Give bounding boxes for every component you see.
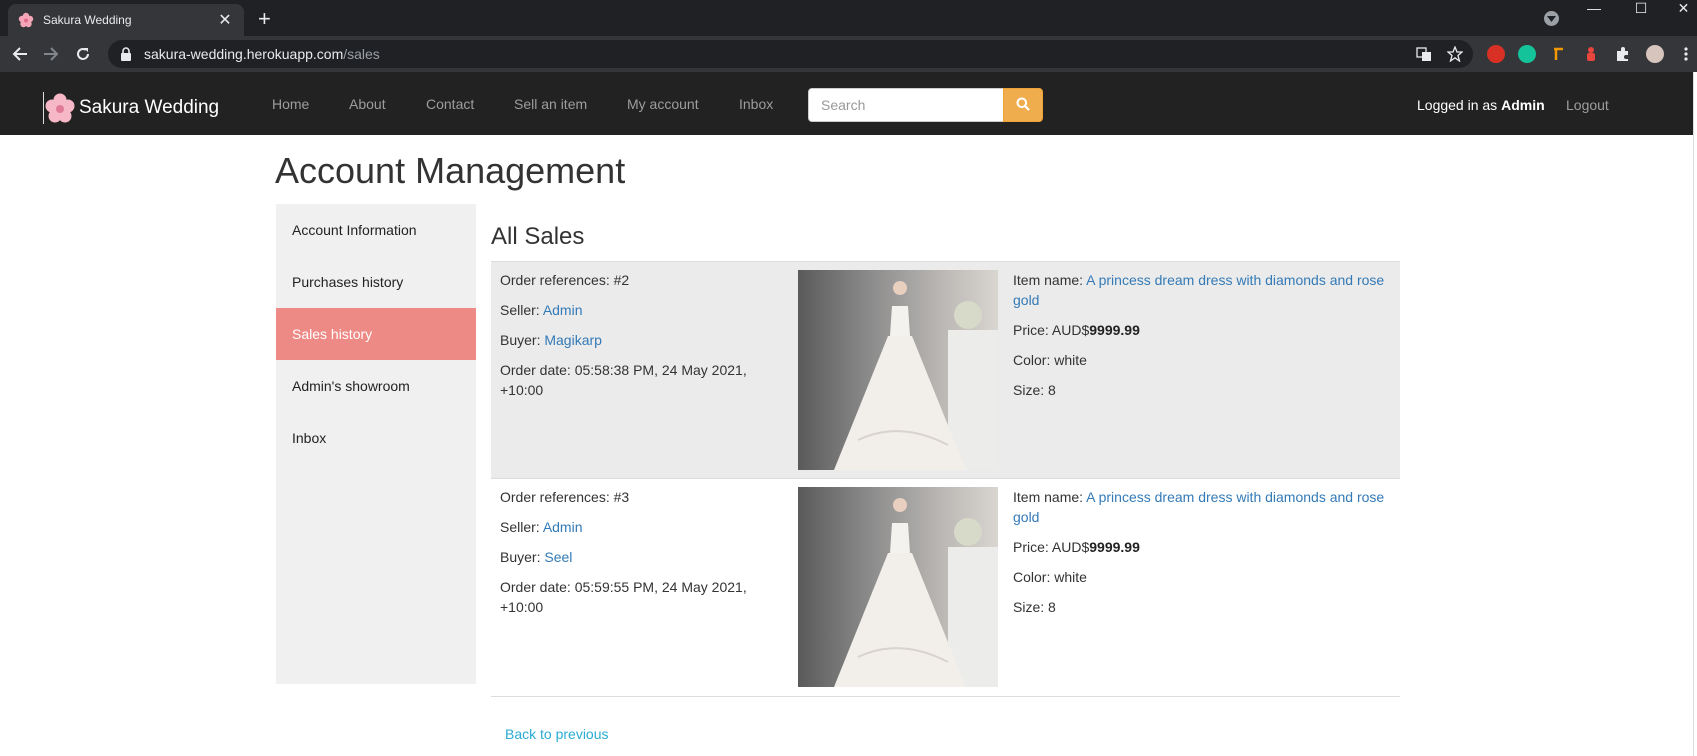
currency: AUD$ — [1051, 539, 1090, 555]
logged-in-prefix: Logged in as — [1417, 97, 1502, 113]
tab-title: Sakura Wedding — [43, 13, 132, 27]
url-field[interactable]: sakura-wedding.herokuapp.com/sales — [108, 40, 1473, 68]
buyer-link[interactable]: Seel — [544, 549, 572, 565]
url-path: /sales — [343, 46, 380, 62]
brand-name: Sakura Wedding — [79, 97, 220, 118]
page-scrollbar[interactable] — [1693, 72, 1697, 756]
close-window-button[interactable]: ✕ — [1670, 0, 1697, 18]
buyer-link[interactable]: Magikarp — [544, 332, 602, 348]
logged-in-status: Logged in as Admin — [1417, 97, 1545, 113]
extension-bracket-icon[interactable] — [1550, 45, 1568, 63]
item-name-label: Item name: — [1013, 489, 1087, 505]
section-title: All Sales — [491, 223, 585, 250]
sidebar-item-sales-history[interactable]: Sales history — [276, 308, 476, 360]
order-date-label: Order date: — [500, 579, 575, 595]
dress-image[interactable] — [798, 270, 998, 470]
lock-icon — [120, 47, 134, 61]
color-value: white — [1054, 569, 1087, 585]
extensions-puzzle-icon[interactable] — [1614, 45, 1632, 63]
grammarly-icon[interactable] — [1518, 45, 1536, 63]
item-details: Item name: A princess dream dress with d… — [1013, 270, 1393, 410]
nav-contact[interactable]: Contact — [426, 96, 474, 112]
sakura-logo-icon — [43, 92, 75, 124]
size-value: 8 — [1048, 599, 1056, 615]
browser-tab-strip: Sakura Wedding ✕ + — ☐ ✕ — [0, 0, 1697, 36]
bookmark-star-icon[interactable] — [1446, 45, 1464, 63]
order-row: Order references: #2 Seller: Admin Buyer… — [491, 261, 1400, 479]
price-label: Price: — [1013, 539, 1052, 555]
order-ref: #2 — [613, 272, 630, 288]
sidebar-item-purchases-history[interactable]: Purchases history — [276, 256, 476, 308]
extension-figure-icon[interactable] — [1582, 45, 1600, 63]
order-details: Order references: #3 Seller: Admin Buyer… — [500, 487, 780, 627]
seller-label: Seller: — [500, 519, 543, 535]
forward-arrow-icon[interactable] — [41, 44, 61, 64]
search-button[interactable] — [1003, 88, 1043, 122]
size-label: Size: — [1013, 599, 1049, 615]
nav-about[interactable]: About — [349, 96, 386, 112]
color-label: Color: — [1013, 569, 1055, 585]
buyer-label: Buyer: — [500, 549, 545, 565]
search-icon — [1016, 97, 1030, 114]
order-ref: #3 — [613, 489, 630, 505]
page-title: Account Management — [275, 150, 626, 191]
dress-image[interactable] — [798, 487, 998, 687]
minimize-button[interactable]: — — [1579, 0, 1609, 18]
site-navbar: Sakura Wedding Home About Contact Sell a… — [0, 72, 1693, 135]
back-arrow-icon[interactable] — [10, 44, 30, 64]
seller-label: Seller: — [500, 302, 543, 318]
price-value: 9999.99 — [1089, 539, 1140, 555]
seller-link[interactable]: Admin — [543, 302, 583, 318]
price-value: 9999.99 — [1089, 322, 1140, 338]
nav-home[interactable]: Home — [272, 96, 309, 112]
url-host: sakura-wedding.herokuapp.com — [144, 46, 344, 62]
nav-my-account[interactable]: My account — [627, 96, 699, 112]
nav-sell-an-item[interactable]: Sell an item — [514, 96, 587, 112]
browser-tab[interactable]: Sakura Wedding ✕ — [8, 4, 244, 36]
buyer-label: Buyer: — [500, 332, 545, 348]
logout-link[interactable]: Logout — [1566, 97, 1609, 113]
address-bar-row: sakura-wedding.herokuapp.com/sales — [0, 36, 1697, 72]
seller-link[interactable]: Admin — [543, 519, 583, 535]
extension-stop-icon[interactable] — [1487, 45, 1505, 63]
size-label: Size: — [1013, 382, 1049, 398]
account-sidebar: Account Information Purchases history Sa… — [276, 204, 476, 684]
reload-icon[interactable] — [73, 44, 93, 64]
order-details: Order references: #2 Seller: Admin Buyer… — [500, 270, 780, 410]
item-name-label: Item name: — [1013, 272, 1087, 288]
back-to-previous-link[interactable]: Back to previous — [505, 726, 609, 742]
sakura-flower-icon — [18, 12, 34, 28]
order-row: Order references: #3 Seller: Admin Buyer… — [491, 479, 1400, 697]
item-details: Item name: A princess dream dress with d… — [1013, 487, 1393, 627]
price-label: Price: — [1013, 322, 1052, 338]
tab-close-icon[interactable]: ✕ — [216, 10, 234, 30]
brand-link[interactable]: Sakura Wedding — [43, 92, 219, 124]
profile-avatar-icon[interactable] — [1646, 45, 1664, 63]
currency: AUD$ — [1051, 322, 1090, 338]
nav-inbox[interactable]: Inbox — [739, 96, 773, 112]
translate-icon[interactable] — [1416, 46, 1432, 62]
sidebar-item-inbox[interactable]: Inbox — [276, 412, 476, 464]
size-value: 8 — [1048, 382, 1056, 398]
new-tab-button[interactable]: + — [258, 6, 271, 32]
logged-in-username: Admin — [1501, 97, 1545, 113]
maximize-button[interactable]: ☐ — [1626, 0, 1656, 18]
logout-label: Logout — [1566, 97, 1609, 113]
color-label: Color: — [1013, 352, 1055, 368]
sidebar-item-admins-showroom[interactable]: Admin's showroom — [276, 360, 476, 412]
sidebar-item-account-information[interactable]: Account Information — [276, 204, 476, 256]
order-date-label: Order date: — [500, 362, 575, 378]
order-ref-label: Order references: — [500, 272, 614, 288]
browser-menu-icon[interactable] — [1680, 44, 1692, 64]
color-value: white — [1054, 352, 1087, 368]
order-ref-label: Order references: — [500, 489, 614, 505]
search-input[interactable] — [808, 88, 1004, 122]
tab-search-icon[interactable] — [1544, 11, 1559, 26]
